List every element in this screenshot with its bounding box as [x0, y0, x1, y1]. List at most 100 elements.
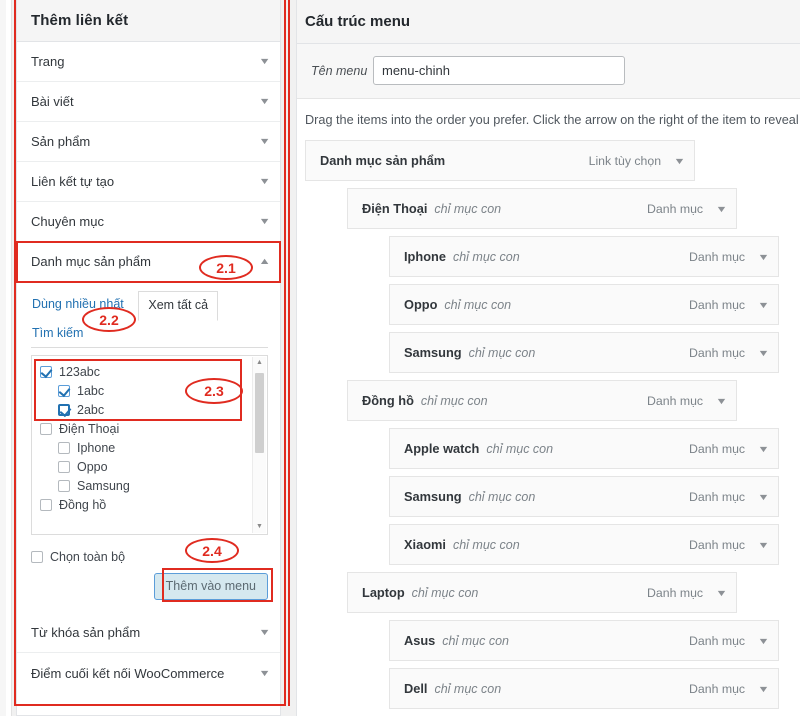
checkbox-icon[interactable]: [40, 498, 52, 511]
checkbox-icon[interactable]: [58, 460, 70, 473]
accordion-item-san-pham[interactable]: Sản phẩm ▼: [17, 122, 280, 162]
accordion-item-chuyen-muc[interactable]: Chuyên mục ▼: [17, 202, 280, 242]
menu-item-name: Đồng hồ: [362, 393, 414, 408]
chevron-down-icon[interactable]: ▼: [250, 177, 270, 186]
chevron-down-icon[interactable]: ▼: [757, 636, 769, 646]
menu-item-row[interactable]: Điện Thoại chỉ mục con Danh mục ▼: [347, 188, 737, 229]
chevron-down-icon[interactable]: ▼: [715, 204, 727, 214]
chevron-down-icon[interactable]: ▼: [715, 396, 727, 406]
accordion-item-trang[interactable]: Trang ▼: [17, 42, 280, 82]
accordion-label: Điểm cuối kết nối WooCommerce: [31, 665, 225, 681]
list-item[interactable]: Oppo: [32, 457, 267, 476]
menu-name-input[interactable]: [373, 56, 625, 85]
chevron-down-icon[interactable]: ▼: [673, 156, 685, 166]
accordion-item-bai-viet[interactable]: Bài viết ▼: [17, 82, 280, 122]
add-to-menu-button[interactable]: Thêm vào menu: [153, 573, 268, 600]
select-all-row[interactable]: Chọn toàn bộ: [31, 547, 268, 567]
accordion-item-danh-muc-san-pham[interactable]: Danh mục sản phẩm ▲: [16, 241, 281, 283]
checkbox-icon[interactable]: [31, 551, 43, 563]
list-item-label: Samsung: [77, 478, 130, 493]
tab-view-all[interactable]: Xem tất cả: [138, 291, 219, 321]
screenshot-root: Thêm liên kết Trang ▼ Bài viết ▼ Sản phẩ…: [0, 0, 800, 716]
accordion-label: Chuyên mục: [31, 214, 104, 229]
chevron-down-icon[interactable]: ▼: [250, 217, 270, 226]
accordion-item-tu-khoa-san-pham[interactable]: Từ khóa sản phẩm ▼: [17, 613, 280, 653]
accordion-label: Liên kết tự tạo: [31, 174, 115, 189]
menu-item-row[interactable]: Asus chỉ mục con Danh mục ▼: [389, 620, 779, 661]
chevron-down-icon[interactable]: ▼: [757, 252, 769, 262]
menu-item-type: Link tùy chọn: [588, 153, 662, 168]
chevron-down-icon[interactable]: ▼: [250, 628, 270, 637]
menu-item-row[interactable]: Danh mục sản phẩm Link tùy chọn ▼: [305, 140, 695, 181]
list-item-label: 123abc: [59, 364, 101, 379]
menu-item-row[interactable]: Apple watch chỉ mục con Danh mục ▼: [389, 428, 779, 469]
menu-item-sublabel: chỉ mục con: [434, 201, 502, 216]
list-item[interactable]: 1abc: [32, 381, 267, 400]
tab-most-used[interactable]: Dùng nhiều nhất: [31, 291, 125, 318]
list-item-label: Điện Thoại: [59, 421, 120, 436]
list-item[interactable]: 2abc: [32, 400, 267, 419]
product-category-panel-body: Dùng nhiều nhất Xem tất cả Tìm kiếm 123a…: [17, 282, 280, 613]
accordion-item-lien-ket-tu-tao[interactable]: Liên kết tự tạo ▼: [17, 162, 280, 202]
scrollbar-thumb[interactable]: [255, 373, 264, 453]
checkbox-checked-icon[interactable]: [58, 384, 70, 397]
menu-item-name: Laptop: [362, 585, 405, 600]
menu-item-type: Danh mục: [647, 201, 704, 216]
list-item[interactable]: 123abc: [32, 362, 267, 381]
page-title: Thêm liên kết: [31, 12, 129, 29]
chevron-down-icon[interactable]: ▼: [757, 492, 769, 502]
accordion-item-woocommerce-endpoints[interactable]: Điểm cuối kết nối WooCommerce ▼: [17, 653, 280, 693]
list-item[interactable]: Điện Thoại: [32, 419, 267, 438]
select-all-label: Chọn toàn bộ: [50, 550, 126, 564]
tab-search[interactable]: Tìm kiếm: [31, 320, 84, 347]
list-item[interactable]: Iphone: [32, 438, 267, 457]
menu-item-row[interactable]: Iphone chỉ mục con Danh mục ▼: [389, 236, 779, 277]
chevron-down-icon[interactable]: ▼: [250, 97, 270, 106]
menu-item-name: Dell: [404, 681, 428, 696]
category-checkbox-list[interactable]: 123abc 1abc 2abc Điện Thoại Iphone Oppo …: [31, 355, 268, 535]
list-item-label: 1abc: [77, 383, 105, 398]
menu-item-name: Iphone: [404, 249, 446, 264]
list-item[interactable]: Đồng hồ: [32, 495, 267, 514]
checkbox-checked-icon[interactable]: [40, 365, 52, 378]
menu-item-row[interactable]: Oppo chỉ mục con Danh mục ▼: [389, 284, 779, 325]
chevron-down-icon[interactable]: ▼: [250, 57, 270, 66]
list-item[interactable]: Samsung: [32, 476, 267, 495]
menu-name-label: Tên menu: [311, 63, 368, 78]
menu-item-type: Danh mục: [689, 249, 746, 264]
chevron-down-icon[interactable]: ▼: [757, 348, 769, 358]
chevron-down-icon[interactable]: ▼: [757, 540, 769, 550]
menu-item-row[interactable]: Samsung chỉ mục con Danh mục ▼: [389, 476, 779, 517]
scroll-down-icon[interactable]: ▼: [253, 521, 266, 533]
menu-item-sublabel: chỉ mục con: [434, 681, 502, 696]
checkbox-icon[interactable]: [58, 441, 70, 454]
menu-item-row[interactable]: Laptop chỉ mục con Danh mục ▼: [347, 572, 737, 613]
menu-item-sublabel: chỉ mục con: [468, 489, 536, 504]
chevron-down-icon[interactable]: ▼: [715, 588, 727, 598]
chevron-up-icon[interactable]: ▲: [250, 257, 270, 266]
menu-item-row[interactable]: Xiaomi chỉ mục con Danh mục ▼: [389, 524, 779, 565]
scroll-up-icon[interactable]: ▲: [253, 357, 266, 369]
page-gutter-inner: [6, 0, 12, 716]
menu-item-row[interactable]: Dell chỉ mục con Danh mục ▼: [389, 668, 779, 709]
menu-item-row[interactable]: Đồng hồ chỉ mục con Danh mục ▼: [347, 380, 737, 421]
checkbox-icon[interactable]: [40, 422, 52, 435]
checkbox-checked-icon[interactable]: [58, 403, 70, 416]
menu-item-name: Điện Thoại: [362, 201, 428, 216]
menu-structure-header: Cấu trúc menu: [297, 0, 800, 44]
menu-item-name: Samsung: [404, 345, 462, 360]
chevron-down-icon[interactable]: ▼: [250, 668, 270, 678]
drag-hint-text: Drag the items into the order you prefer…: [305, 113, 800, 127]
chevron-down-icon[interactable]: ▼: [757, 684, 769, 694]
menu-structure-title: Cấu trúc menu: [305, 13, 411, 30]
chevron-down-icon[interactable]: ▼: [757, 444, 769, 454]
menu-item-type: Danh mục: [689, 633, 746, 648]
menu-item-row[interactable]: Samsung chỉ mục con Danh mục ▼: [389, 332, 779, 373]
menu-item-sublabel: chỉ mục con: [420, 393, 488, 408]
checkbox-icon[interactable]: [58, 479, 70, 492]
add-to-menu-row: Thêm vào menu: [31, 568, 273, 603]
menu-item-type: Danh mục: [689, 681, 746, 696]
chevron-down-icon[interactable]: ▼: [757, 300, 769, 310]
scrollbar-vertical[interactable]: ▲ ▼: [252, 357, 266, 533]
chevron-down-icon[interactable]: ▼: [250, 137, 270, 146]
